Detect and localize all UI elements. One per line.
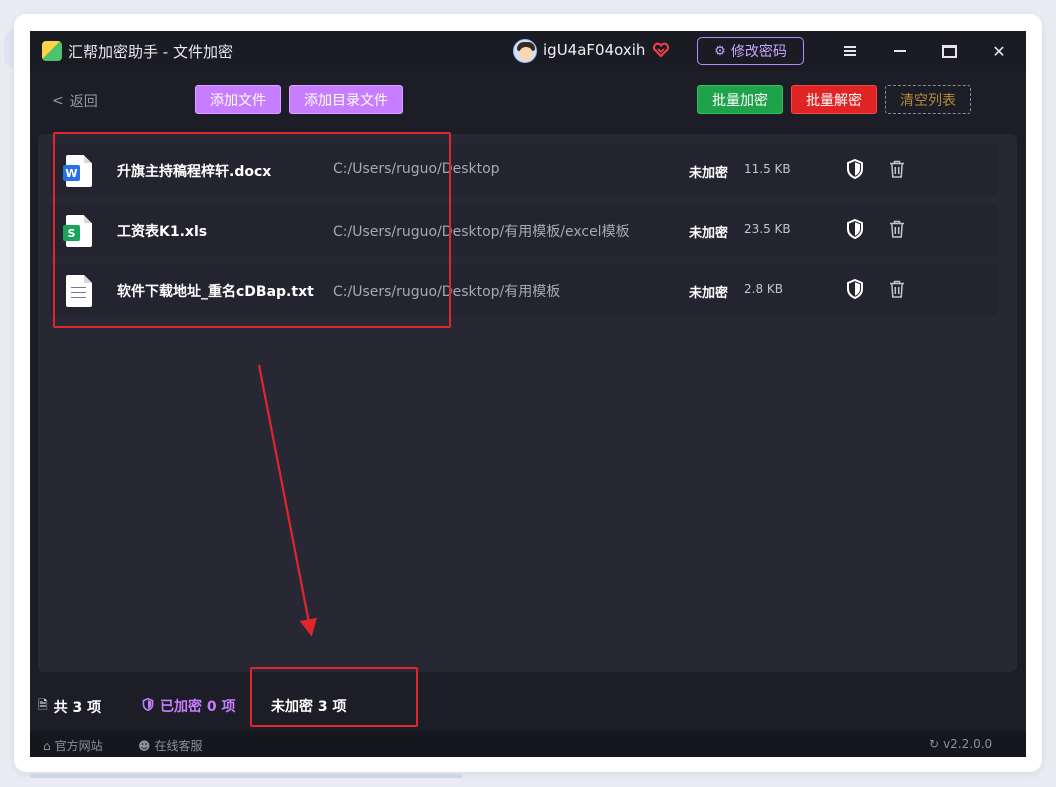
annotation-arrow — [257, 364, 317, 637]
